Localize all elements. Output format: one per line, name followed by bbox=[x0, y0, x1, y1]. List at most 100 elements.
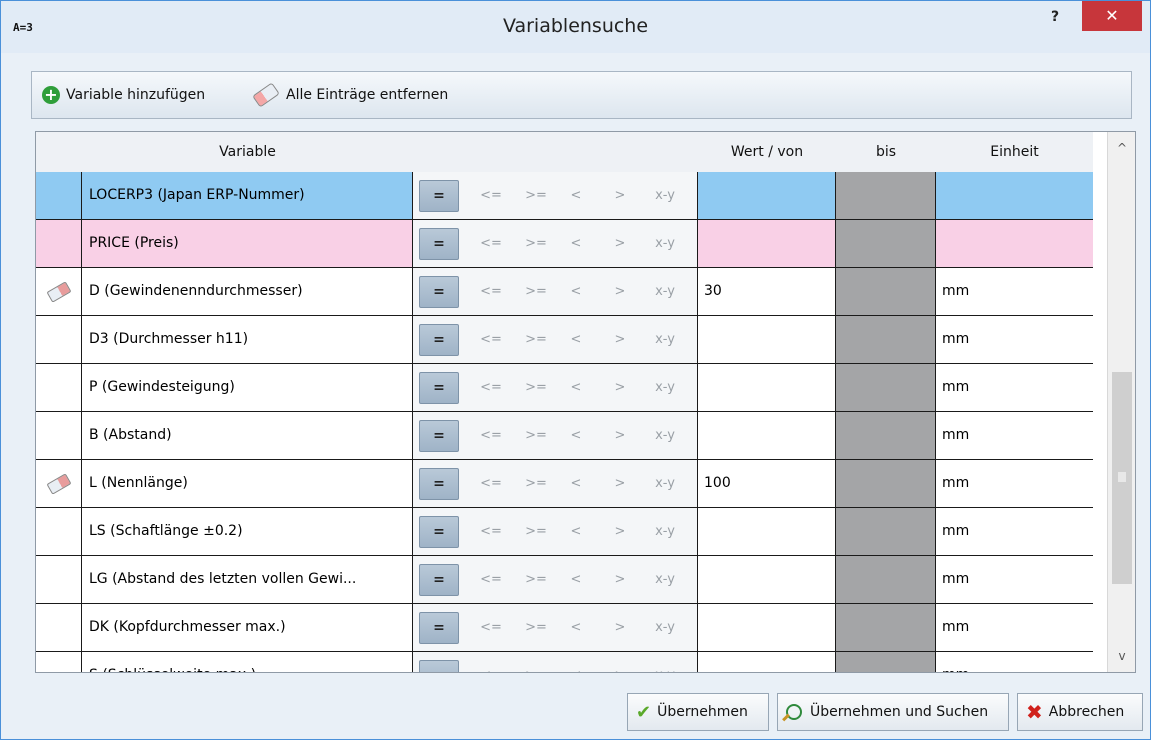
operator-option[interactable]: < bbox=[561, 508, 591, 555]
variable-cell[interactable]: PRICE (Preis) bbox=[82, 220, 413, 267]
operator-equals-button[interactable]: = bbox=[419, 612, 459, 644]
operator-option[interactable]: < bbox=[561, 316, 591, 363]
operator-option[interactable]: > bbox=[605, 316, 635, 363]
value-from-cell[interactable] bbox=[698, 604, 836, 651]
add-variable-button[interactable]: + Variable hinzufügen bbox=[42, 72, 205, 118]
table-row[interactable]: L (Nennlänge) = <= >= < > x-y 100 mm bbox=[36, 460, 1093, 508]
header-wert[interactable]: Wert / von bbox=[698, 132, 836, 172]
operator-option[interactable]: > bbox=[605, 652, 635, 672]
value-from-cell[interactable]: 30 bbox=[698, 268, 836, 315]
operator-equals-button[interactable]: = bbox=[419, 516, 459, 548]
operator-option[interactable]: < bbox=[561, 556, 591, 603]
operator-option[interactable]: < bbox=[561, 172, 591, 219]
operator-option[interactable]: >= bbox=[516, 268, 556, 315]
operator-equals-button[interactable]: = bbox=[419, 180, 459, 212]
operator-equals-button[interactable]: = bbox=[419, 468, 459, 500]
variable-cell[interactable]: D3 (Durchmesser h11) bbox=[82, 316, 413, 363]
operator-option[interactable]: >= bbox=[516, 220, 556, 267]
operator-option[interactable]: >= bbox=[516, 316, 556, 363]
variable-cell[interactable]: LS (Schaftlänge ±0.2) bbox=[82, 508, 413, 555]
operator-equals-button[interactable]: = bbox=[419, 564, 459, 596]
value-from-cell[interactable] bbox=[698, 556, 836, 603]
operator-equals-button[interactable]: = bbox=[419, 420, 459, 452]
operator-option[interactable]: < bbox=[561, 220, 591, 267]
value-from-cell[interactable] bbox=[698, 508, 836, 555]
operator-option[interactable]: >= bbox=[516, 556, 556, 603]
operator-option[interactable]: >= bbox=[516, 508, 556, 555]
value-from-cell[interactable] bbox=[698, 364, 836, 411]
value-from-cell[interactable] bbox=[698, 652, 836, 672]
variable-cell[interactable]: L (Nennlänge) bbox=[82, 460, 413, 507]
apply-and-search-button[interactable]: Übernehmen und Suchen bbox=[777, 693, 1009, 731]
operator-option[interactable]: <= bbox=[471, 364, 511, 411]
table-row[interactable]: PRICE (Preis) = <= >= < > x-y bbox=[36, 220, 1093, 268]
operator-option[interactable]: <= bbox=[471, 412, 511, 459]
variable-cell[interactable]: LG (Abstand des letzten vollen Gewi... bbox=[82, 556, 413, 603]
value-from-cell[interactable] bbox=[698, 172, 836, 219]
header-bis[interactable]: bis bbox=[836, 132, 936, 172]
operator-option[interactable]: x-y bbox=[645, 268, 685, 315]
operator-option[interactable]: > bbox=[605, 556, 635, 603]
operator-option[interactable]: <= bbox=[471, 556, 511, 603]
operator-option[interactable]: >= bbox=[516, 412, 556, 459]
table-row[interactable]: S (Schlüsselweite max.) = <=>=< > x-y mm bbox=[36, 652, 1093, 672]
header-einheit[interactable]: Einheit bbox=[936, 132, 1093, 172]
variable-cell[interactable]: LOCERP3 (Japan ERP-Nummer) bbox=[82, 172, 413, 219]
operator-option[interactable]: <= bbox=[471, 172, 511, 219]
value-from-cell[interactable] bbox=[698, 316, 836, 363]
operator-equals-button[interactable]: = bbox=[419, 228, 459, 260]
variable-cell[interactable]: P (Gewindesteigung) bbox=[82, 364, 413, 411]
operator-option[interactable]: <= bbox=[471, 508, 511, 555]
operator-option[interactable]: < bbox=[561, 268, 591, 315]
operator-option[interactable]: x-y bbox=[645, 652, 685, 672]
operator-option[interactable]: <= bbox=[471, 604, 511, 651]
value-from-cell[interactable] bbox=[698, 412, 836, 459]
close-button[interactable]: ✕ bbox=[1082, 1, 1142, 31]
variable-cell[interactable]: S (Schlüsselweite max.) bbox=[82, 652, 413, 672]
cancel-button[interactable]: ✖ Abbrechen bbox=[1017, 693, 1143, 731]
header-variable[interactable]: Variable bbox=[82, 132, 413, 172]
table-row[interactable]: LOCERP3 (Japan ERP-Nummer) = <= >= < > x-y bbox=[36, 172, 1093, 220]
operator-option[interactable]: < bbox=[561, 604, 591, 651]
operator-equals-button[interactable]: = bbox=[419, 660, 459, 672]
operator-option[interactable]: x-y bbox=[645, 316, 685, 363]
operator-option[interactable]: > bbox=[605, 172, 635, 219]
variable-cell[interactable]: DK (Kopfdurchmesser max.) bbox=[82, 604, 413, 651]
operator-option[interactable]: x-y bbox=[645, 604, 685, 651]
table-row[interactable]: DK (Kopfdurchmesser max.) = <= >= < > x-y mm bbox=[36, 604, 1093, 652]
operator-option[interactable]: > bbox=[605, 604, 635, 651]
operator-option[interactable]: x-y bbox=[645, 412, 685, 459]
operator-option[interactable]: > bbox=[605, 460, 635, 507]
operator-option[interactable]: x-y bbox=[645, 460, 685, 507]
operator-option[interactable]: > bbox=[605, 220, 635, 267]
table-row[interactable]: B (Abstand) = <= >= < > x-y mm bbox=[36, 412, 1093, 460]
operator-equals-button[interactable]: = bbox=[419, 372, 459, 404]
operator-option[interactable]: >= bbox=[516, 460, 556, 507]
apply-button[interactable]: ✔ Übernehmen bbox=[627, 693, 769, 731]
operator-option[interactable]: <= bbox=[471, 220, 511, 267]
operator-option[interactable]: > bbox=[605, 268, 635, 315]
operator-option[interactable]: < bbox=[561, 364, 591, 411]
operator-option[interactable]: x-y bbox=[645, 220, 685, 267]
operator-option[interactable]: <= bbox=[471, 268, 511, 315]
operator-equals-button[interactable]: = bbox=[419, 324, 459, 356]
table-row[interactable]: LG (Abstand des letzten vollen Gewi... = <… bbox=[36, 556, 1093, 604]
operator-option[interactable]: < bbox=[561, 460, 591, 507]
help-button[interactable]: ? bbox=[1041, 9, 1069, 33]
scroll-up-icon[interactable]: ^ bbox=[1108, 136, 1135, 160]
scroll-down-icon[interactable]: v bbox=[1108, 644, 1135, 668]
vertical-scrollbar[interactable]: ^ v bbox=[1107, 132, 1135, 672]
table-row[interactable]: D (Gewindenenndurchmesser) = <= >= < > x-y 30 mm bbox=[36, 268, 1093, 316]
operator-option[interactable]: > bbox=[605, 364, 635, 411]
remove-all-button[interactable]: Alle Einträge entfernen bbox=[252, 72, 448, 118]
operator-option[interactable]: x-y bbox=[645, 172, 685, 219]
operator-option[interactable]: >= bbox=[516, 652, 556, 672]
variable-cell[interactable]: B (Abstand) bbox=[82, 412, 413, 459]
operator-equals-button[interactable]: = bbox=[419, 276, 459, 308]
table-row[interactable]: LS (Schaftlänge ±0.2) = <= >= < > x-y mm bbox=[36, 508, 1093, 556]
operator-option[interactable]: < bbox=[561, 412, 591, 459]
operator-option[interactable]: <= bbox=[471, 652, 511, 672]
operator-option[interactable]: >= bbox=[516, 364, 556, 411]
table-row[interactable]: P (Gewindesteigung) = <= >= < > x-y mm bbox=[36, 364, 1093, 412]
operator-option[interactable]: <= bbox=[471, 316, 511, 363]
